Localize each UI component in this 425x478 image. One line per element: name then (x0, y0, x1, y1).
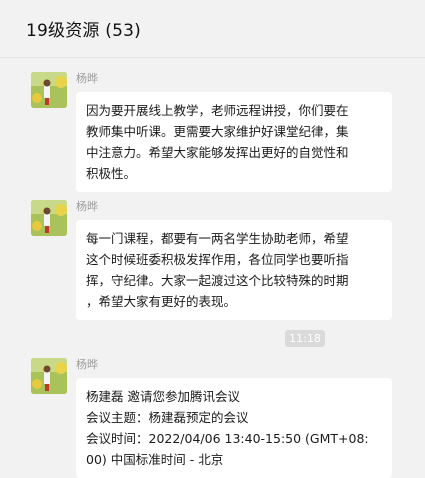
message-line: 会议时间：2022/04/06 13:40-15:50 (GMT+08: (86, 431, 369, 446)
sender-avatar[interactable] (31, 200, 67, 236)
message-line: ，希望大家有更好的表现。 (86, 294, 237, 309)
message-bubble[interactable]: 每一门课程，都要有一两名学生协助老师，希望 这个时候班委积极发挥作用，各位同学也… (76, 220, 392, 320)
message-line: 杨建磊 邀请您参加腾讯会议 (86, 389, 240, 404)
sender-avatar[interactable] (31, 358, 67, 394)
message-line: 挥，守纪律。大家一起渡过这个比较特殊的时期 (86, 273, 349, 288)
chat-header: 19级资源 (53) (0, 0, 425, 58)
sender-name: 杨晔 (76, 72, 98, 85)
sender-avatar[interactable] (31, 72, 67, 108)
avatar-photo-icon (31, 200, 67, 236)
timestamp-divider: 11:18 (285, 330, 325, 347)
meeting-invite-bubble[interactable]: 杨建磊 邀请您参加腾讯会议 会议主题：杨建磊预定的会议 会议时间：2022/04… (76, 378, 392, 478)
avatar-photo-icon (31, 358, 67, 394)
message-line: 每一门课程，都要有一两名学生协助老师，希望 (86, 231, 349, 246)
message-line: 中注意力。希望大家能够发挥出更好的自觉性和 (86, 145, 349, 160)
avatar-photo-icon (31, 72, 67, 108)
chat-title[interactable]: 19级资源 (53) (26, 16, 141, 41)
message-line: 这个时候班委积极发挥作用，各位同学也要听指 (86, 252, 349, 267)
message-line: 教师集中听课。更需要大家维护好课堂纪律，集 (86, 124, 349, 139)
message-line: 因为要开展线上教学，老师远程讲授，你们要在 (86, 103, 349, 118)
message-line: 会议主题：杨建磊预定的会议 (86, 410, 249, 425)
sender-name: 杨晔 (76, 200, 98, 213)
sender-name: 杨晔 (76, 358, 98, 371)
message-line: 00) 中国标准时间 - 北京 (86, 452, 224, 467)
message-line: 积极性。 (86, 166, 137, 181)
message-bubble[interactable]: 因为要开展线上教学，老师远程讲授，你们要在 教师集中听课。更需要大家维护好课堂纪… (76, 92, 392, 192)
message-list[interactable]: 杨晔 因为要开展线上教学，老师远程讲授，你们要在 教师集中听课。更需要大家维护好… (0, 58, 425, 478)
